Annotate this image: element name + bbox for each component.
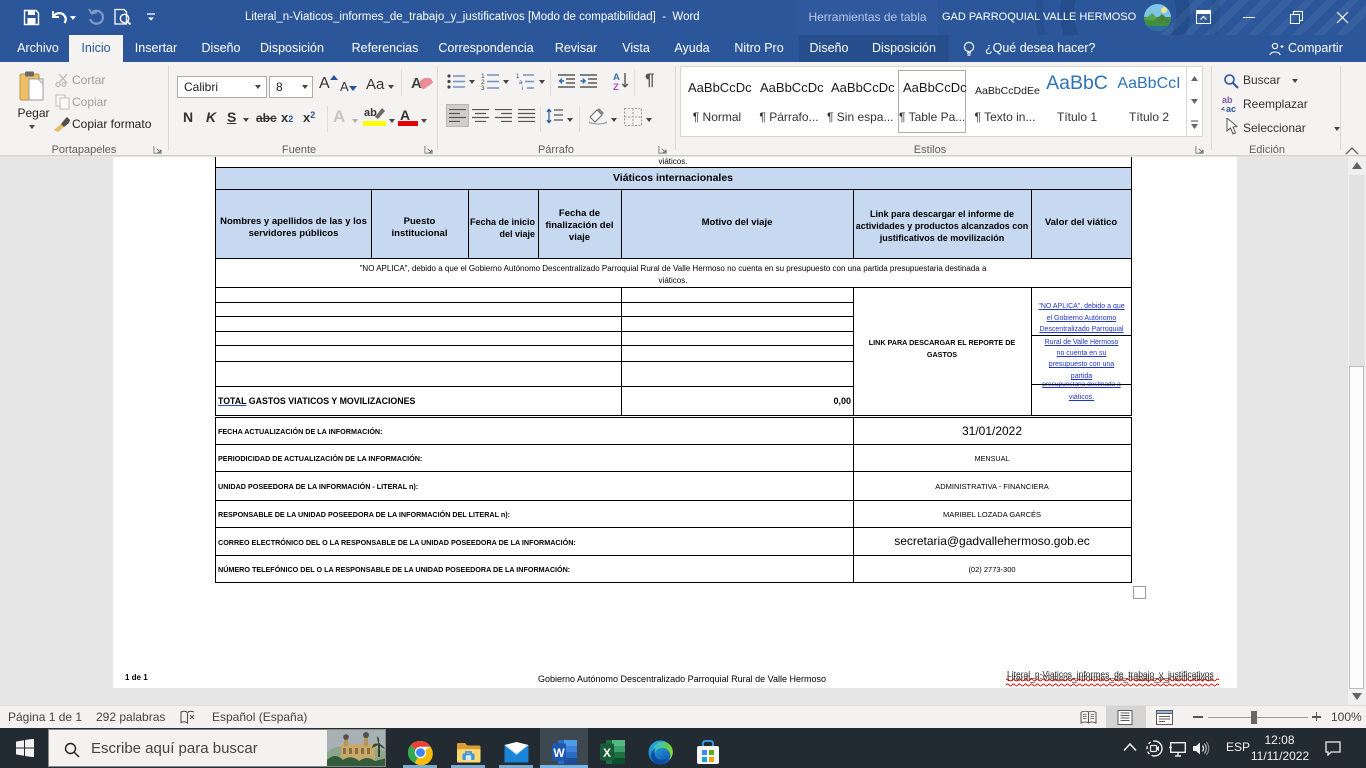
svg-text:3: 3 xyxy=(481,85,485,90)
svg-text:i: i xyxy=(522,86,523,90)
svg-text:Z: Z xyxy=(613,82,619,91)
svg-text:W: W xyxy=(553,746,565,760)
svg-text:ac: ac xyxy=(1226,104,1236,113)
svg-text:X: X xyxy=(603,746,611,760)
